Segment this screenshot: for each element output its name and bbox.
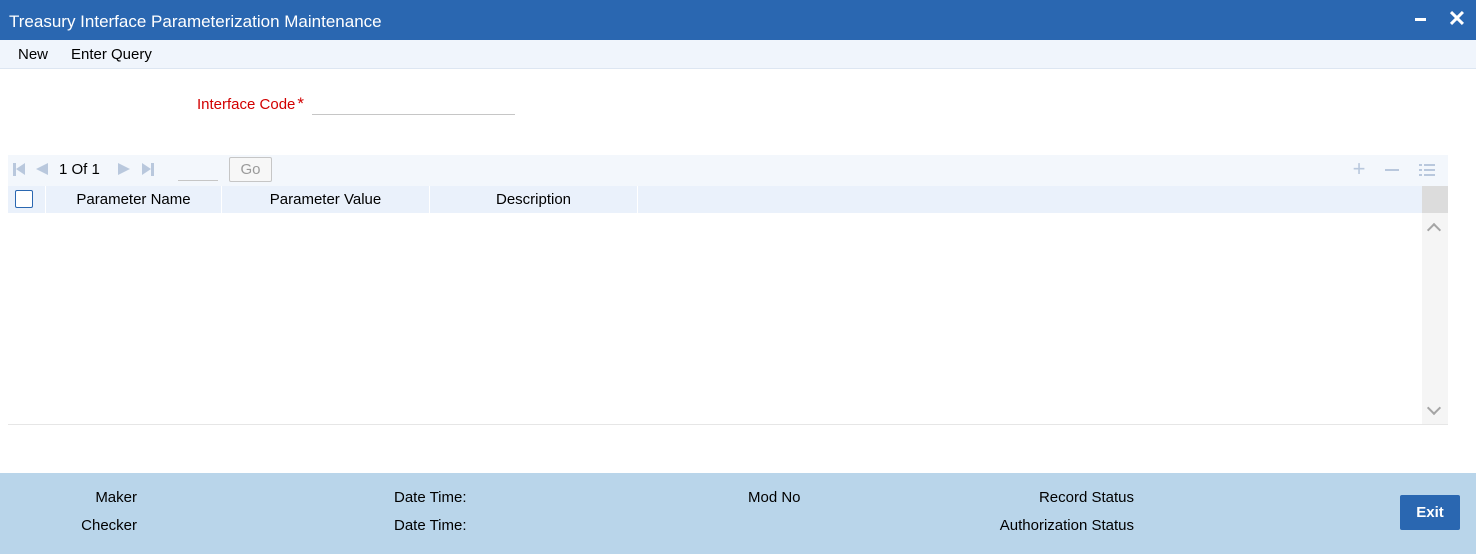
mod-no-label: Mod No (748, 489, 801, 506)
record-status-label: Record Status (1038, 489, 1134, 506)
column-header-parameter-name[interactable]: Parameter Name (46, 186, 222, 213)
next-page-icon[interactable] (118, 162, 131, 177)
single-view-icon[interactable] (1418, 159, 1436, 181)
parameters-grid: 1 Of 1 Go + Parameter Name Parameter Val… (8, 155, 1448, 425)
first-page-icon[interactable] (13, 162, 27, 177)
scrollbar-header-cap (1422, 186, 1448, 213)
go-button[interactable]: Go (229, 157, 272, 182)
audit-footer: Maker Checker Date Time: Date Time: Mod … (0, 473, 1476, 554)
grid-header: Parameter Name Parameter Value Descripti… (8, 186, 1422, 213)
exit-button[interactable]: Exit (1400, 495, 1460, 530)
checker-label: Checker (81, 517, 137, 534)
menu-new[interactable]: New (18, 46, 48, 63)
select-all-checkbox[interactable] (15, 190, 33, 208)
page-indicator: 1 Of 1 (59, 161, 100, 178)
add-row-icon[interactable]: + (1350, 158, 1368, 181)
maker-date-time-label: Date Time: (394, 489, 467, 506)
total-pages: 1 (91, 161, 100, 178)
window-title: Treasury Interface Parameterization Main… (9, 12, 382, 31)
maker-label: Maker (95, 489, 137, 506)
checker-date-time-label: Date Time: (394, 517, 467, 534)
column-header-parameter-value[interactable]: Parameter Value (222, 186, 430, 213)
scroll-up-icon[interactable] (1426, 222, 1442, 238)
interface-code-label: Interface Code * (197, 94, 304, 114)
scroll-down-icon[interactable] (1426, 400, 1442, 416)
required-marker: * (297, 94, 305, 113)
interface-code-label-text: Interface Code (197, 96, 296, 113)
window-title-bar: Treasury Interface Parameterization Main… (0, 0, 1476, 40)
last-page-icon[interactable] (142, 162, 156, 177)
grid-vertical-scrollbar[interactable] (1422, 186, 1448, 424)
menu-enter-query[interactable]: Enter Query (71, 46, 152, 63)
close-icon[interactable]: ✕ (1445, 7, 1469, 31)
interface-code-input[interactable] (312, 92, 515, 115)
current-page: 1 (59, 161, 68, 178)
menu-bar: New Enter Query (0, 40, 1476, 69)
authorization-status-label: Authorization Status (999, 517, 1134, 534)
select-all-cell (8, 186, 46, 213)
column-header-description[interactable]: Description (430, 186, 638, 213)
page-number-input[interactable] (178, 159, 218, 181)
minimize-icon[interactable] (1408, 7, 1432, 31)
grid-toolbar: 1 Of 1 Go + (8, 155, 1448, 186)
delete-row-icon[interactable] (1383, 159, 1401, 181)
prev-page-icon[interactable] (36, 162, 49, 177)
of-label: Of (71, 161, 88, 178)
